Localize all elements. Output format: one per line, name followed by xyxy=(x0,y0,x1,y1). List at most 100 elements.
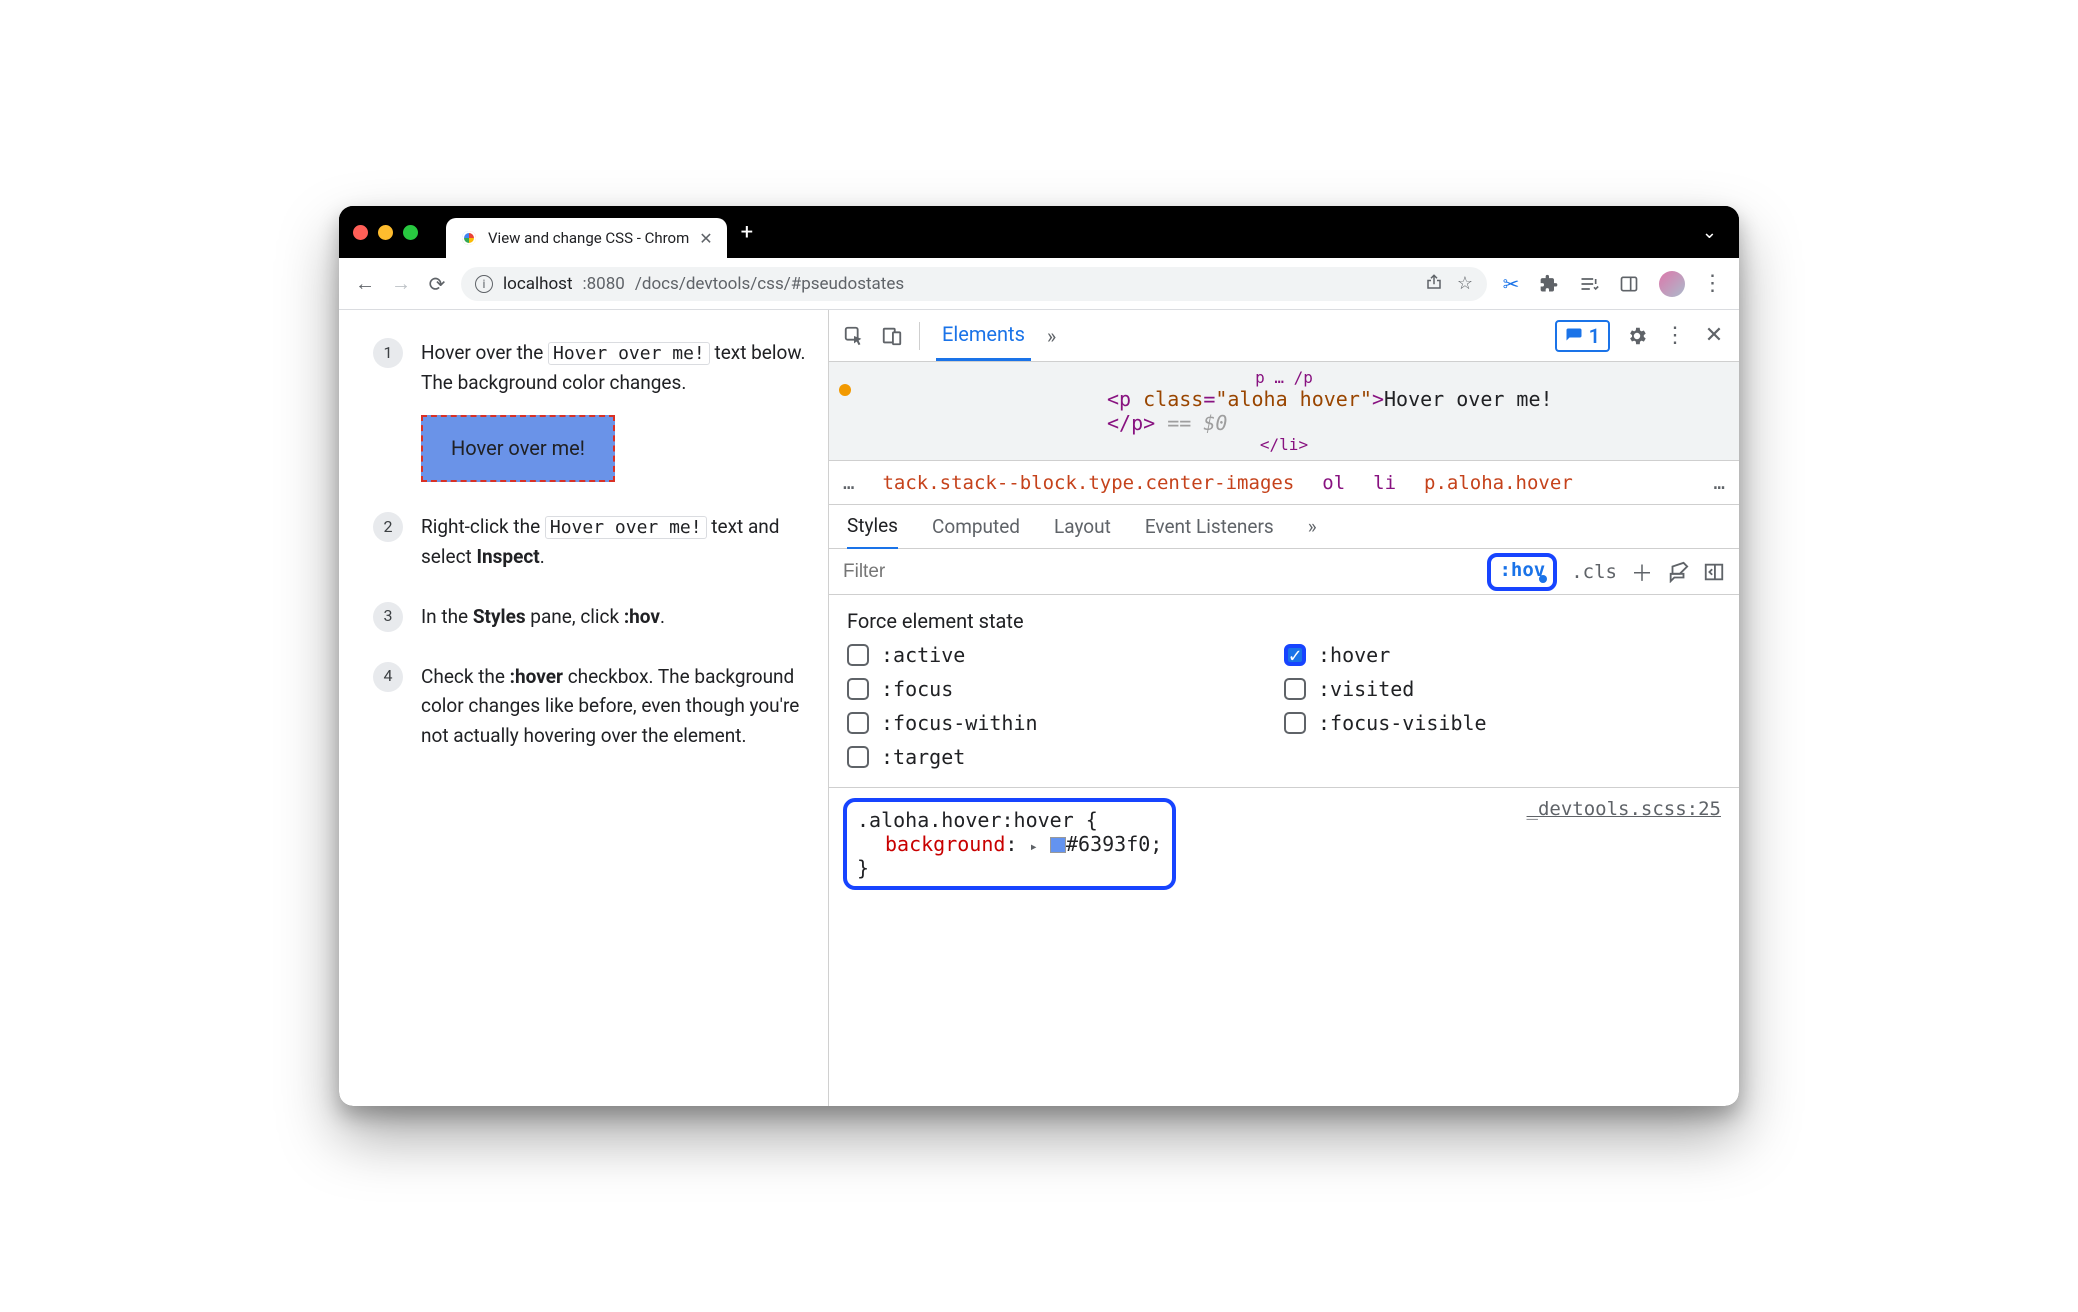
force-element-state-section: Force element state :active ✓:hover :foc… xyxy=(829,595,1739,788)
extensions-icon[interactable] xyxy=(1539,274,1563,294)
state-focus-within-checkbox[interactable]: :focus-within xyxy=(847,711,1284,735)
devtools-menu-icon[interactable]: ⋮ xyxy=(1664,323,1687,348)
state-focus-visible-checkbox[interactable]: :focus-visible xyxy=(1284,711,1721,735)
expand-triangle-icon[interactable]: ▸ xyxy=(1030,839,1038,855)
paint-brush-icon[interactable] xyxy=(1667,561,1689,583)
minimize-window-button[interactable] xyxy=(378,225,393,240)
chevron-down-icon[interactable]: ⌄ xyxy=(1702,222,1717,243)
styles-subtabs: Styles Computed Layout Event Listeners » xyxy=(829,505,1739,549)
step-number: 3 xyxy=(373,602,403,632)
force-state-title: Force element state xyxy=(847,609,1721,633)
share-icon[interactable] xyxy=(1425,273,1443,294)
dom-selected-line[interactable]: <p class="aloha hover">Hover over me! xyxy=(847,387,1721,411)
checkbox-icon xyxy=(1284,678,1306,700)
scissors-icon[interactable]: ✂ xyxy=(1499,272,1523,296)
force-state-indicator-icon xyxy=(839,384,851,396)
dom-tree[interactable]: p … /p <p class="aloha hover">Hover over… xyxy=(829,362,1739,461)
subtab-styles[interactable]: Styles xyxy=(847,514,898,550)
toggle-hov-button[interactable]: :hov xyxy=(1487,553,1557,591)
rule-value[interactable]: #6393f0 xyxy=(1066,832,1150,856)
crumb-item[interactable]: li xyxy=(1373,472,1396,494)
browser-window: View and change CSS - Chrom ✕ + ⌄ ← → ⟳ … xyxy=(339,206,1739,1106)
toggle-cls-button[interactable]: .cls xyxy=(1571,561,1617,583)
state-label: :visited xyxy=(1318,677,1414,701)
code-inline: Hover over me! xyxy=(548,342,710,365)
crumb-item[interactable]: ol xyxy=(1322,472,1345,494)
bookmark-star-icon[interactable]: ☆ xyxy=(1457,273,1473,294)
crumb-item[interactable]: p.aloha.hover xyxy=(1424,472,1573,494)
step-number: 1 xyxy=(373,338,403,368)
address-bar[interactable]: i localhost:8080/docs/devtools/css/#pseu… xyxy=(461,267,1487,301)
side-panel-icon[interactable] xyxy=(1619,274,1643,294)
state-label: :active xyxy=(881,643,965,667)
rule-property: background xyxy=(885,832,1005,856)
content-area: 1 Hover over the Hover over me! text bel… xyxy=(339,310,1739,1106)
step-text: . xyxy=(540,545,545,568)
subtab-event-listeners[interactable]: Event Listeners xyxy=(1145,515,1274,538)
browser-tab[interactable]: View and change CSS - Chrom ✕ xyxy=(446,218,727,258)
step-text: . xyxy=(660,605,665,628)
state-active-checkbox[interactable]: :active xyxy=(847,643,1284,667)
chrome-favicon-icon xyxy=(460,229,478,247)
profile-avatar[interactable] xyxy=(1659,271,1685,297)
close-tab-icon[interactable]: ✕ xyxy=(699,229,712,248)
forward-button[interactable]: → xyxy=(389,271,413,296)
traffic-lights xyxy=(353,225,418,240)
state-focus-checkbox[interactable]: :focus xyxy=(847,677,1284,701)
dom-tag: <p xyxy=(1107,387,1143,411)
issues-chip[interactable]: 1 xyxy=(1555,320,1610,352)
state-label: :target xyxy=(881,745,965,769)
step-number: 4 xyxy=(373,662,403,692)
checkbox-icon xyxy=(847,746,869,768)
state-label: :focus xyxy=(881,677,953,701)
css-rule[interactable]: _devtools.scss:25 .aloha.hover:hover { b… xyxy=(829,788,1739,904)
close-devtools-icon[interactable]: ✕ xyxy=(1703,325,1725,347)
new-tab-button[interactable]: + xyxy=(741,220,753,245)
state-visited-checkbox[interactable]: :visited xyxy=(1284,677,1721,701)
step-bold: Inspect xyxy=(476,545,539,568)
step-text: Hover over the xyxy=(421,341,548,364)
tabs-overflow-icon[interactable]: » xyxy=(1047,324,1056,348)
titlebar: View and change CSS - Chrom ✕ + ⌄ xyxy=(339,206,1739,258)
dom-eq0: == $0 xyxy=(1167,411,1227,435)
issues-count: 1 xyxy=(1589,324,1600,348)
step-1: 1 Hover over the Hover over me! text bel… xyxy=(373,338,808,482)
step-2: 2 Right-click the Hover over me! text an… xyxy=(373,512,808,571)
rule-selector[interactable]: .aloha.hover:hover { xyxy=(857,808,1162,832)
devtools-tab-bar: Elements » 1 ⋮ ✕ xyxy=(829,310,1739,362)
chrome-menu-icon[interactable]: ⋮ xyxy=(1701,271,1725,296)
crumb-ellipsis[interactable]: … xyxy=(1714,472,1725,494)
step-bold: Styles xyxy=(473,605,526,628)
subtab-layout[interactable]: Layout xyxy=(1054,515,1111,538)
new-style-rule-icon[interactable]: ＋ xyxy=(1631,556,1653,588)
hover-demo-box[interactable]: Hover over me! xyxy=(421,415,615,482)
dom-attr-name: class xyxy=(1143,387,1203,411)
rule-source-link[interactable]: _devtools.scss:25 xyxy=(1527,798,1721,820)
subtabs-overflow-icon[interactable]: » xyxy=(1308,515,1317,538)
reload-button[interactable]: ⟳ xyxy=(425,272,449,296)
device-toggle-icon[interactable] xyxy=(881,325,903,347)
close-window-button[interactable] xyxy=(353,225,368,240)
computed-panel-toggle-icon[interactable] xyxy=(1703,561,1725,583)
color-swatch-icon[interactable] xyxy=(1050,837,1066,853)
crumb-ellipsis[interactable]: … xyxy=(843,472,854,494)
maximize-window-button[interactable] xyxy=(403,225,418,240)
state-hover-checkbox[interactable]: ✓:hover xyxy=(1284,643,1721,667)
inspect-element-icon[interactable] xyxy=(843,325,865,347)
state-target-checkbox[interactable]: :target xyxy=(847,745,1284,769)
settings-gear-icon[interactable] xyxy=(1626,325,1648,347)
back-button[interactable]: ← xyxy=(353,271,377,296)
crumb-item[interactable]: tack.stack--block.type.center-images xyxy=(882,472,1294,494)
breadcrumb: … tack.stack--block.type.center-images o… xyxy=(829,461,1739,505)
dom-text: Hover over me! xyxy=(1384,387,1553,411)
dom-attr-value: "aloha hover" xyxy=(1215,387,1372,411)
styles-filter-input[interactable] xyxy=(829,549,1473,594)
reading-list-icon[interactable] xyxy=(1579,274,1603,294)
tab-title: View and change CSS - Chrom xyxy=(488,229,689,247)
step-4: 4 Check the :hover checkbox. The backgro… xyxy=(373,662,808,750)
code-inline: Hover over me! xyxy=(545,516,707,539)
tab-elements[interactable]: Elements xyxy=(936,310,1031,361)
subtab-computed[interactable]: Computed xyxy=(932,515,1020,538)
highlighted-rule-box: .aloha.hover:hover { background: ▸ #6393… xyxy=(843,798,1176,890)
site-info-icon[interactable]: i xyxy=(475,275,493,293)
